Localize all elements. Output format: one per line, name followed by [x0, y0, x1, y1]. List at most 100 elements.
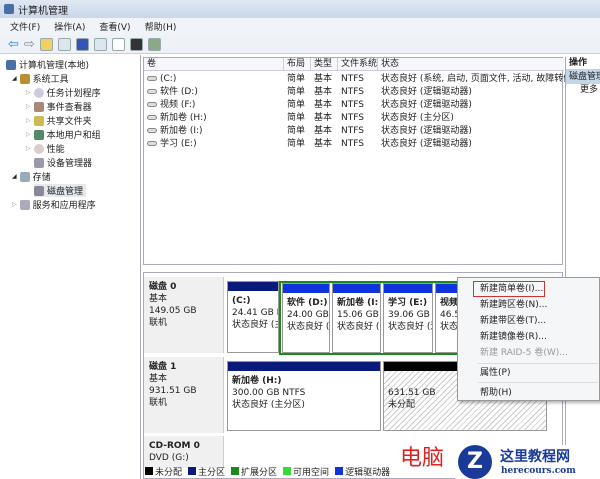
users-icon: [33, 129, 44, 140]
menu-new-spanned-volume[interactable]: 新建跨区卷(N)...: [480, 298, 547, 312]
tree-item-performance[interactable]: ▷ 性能: [26, 142, 65, 155]
legend-swatch: [188, 467, 197, 475]
tree-item-local-users[interactable]: ▷ 本地用户和组: [26, 128, 101, 141]
volume-name[interactable]: (C:): [160, 74, 176, 84]
legend-label: 扩展分区: [241, 468, 278, 478]
disk-0-label[interactable]: 磁盘 0 基本 149.05 GB 联机: [144, 277, 224, 353]
menu-properties[interactable]: 属性(P): [480, 366, 510, 380]
menu-new-striped-volume[interactable]: 新建带区卷(T)...: [480, 314, 546, 328]
performance-icon: [33, 143, 44, 154]
volume-name[interactable]: 视频 (F:): [160, 100, 195, 110]
menu-help-item[interactable]: 帮助(H): [480, 386, 512, 400]
volume-list: 卷 布局 类型 文件系统 状态 (C:) 简单 基本 NTFS 状态良好 (系统, 启动…: [143, 57, 572, 265]
disk-icon: [34, 185, 44, 196]
forward-icon[interactable]: ⇨: [24, 37, 35, 52]
table-cell: 基本: [314, 74, 333, 84]
table-row[interactable]: 新加卷 (I:): [147, 125, 203, 138]
settings-icon[interactable]: [147, 37, 161, 51]
col-filesystem[interactable]: 文件系统: [338, 58, 378, 71]
table-cell: 简单: [287, 87, 306, 97]
table-cell: NTFS: [341, 74, 364, 84]
table-cell: 基本: [314, 113, 333, 123]
storage-icon: [19, 171, 30, 182]
table-cell: NTFS: [341, 100, 364, 110]
table-cell: 基本: [314, 139, 333, 149]
menu-file[interactable]: 文件(F): [10, 20, 40, 33]
volume-name[interactable]: 新加卷 (I:): [160, 126, 203, 136]
partition-c[interactable]: (C:) 24.41 GB N 状态良好 (主: [227, 281, 279, 353]
table-cell: 简单: [287, 139, 306, 149]
legend-label: 逻辑驱动器: [345, 468, 391, 478]
legend-swatch: [335, 467, 344, 475]
tree-item-disk-management[interactable]: 磁盘管理: [34, 184, 87, 197]
legend-item: 扩展分区: [231, 465, 277, 478]
table-row[interactable]: 软件 (D:): [147, 86, 198, 99]
table-cell: 状态良好 (逻辑驱动器): [381, 126, 472, 136]
window-title: 计算机管理: [18, 5, 68, 17]
back-icon[interactable]: ⇦: [8, 37, 19, 52]
tree-item-event-viewer[interactable]: ▷ 事件查看器: [26, 100, 92, 113]
table-cell: NTFS: [341, 139, 364, 149]
disk-1-label[interactable]: 磁盘 1 基本 931.51 GB 联机: [144, 357, 224, 433]
navigation-tree: 计算机管理(本地) ◢ 系统工具 ▷ 任务计划程序 ▷ 事件查看器 ▷ 共享文件夹 ▷ 本…: [0, 55, 141, 479]
show-tree-icon[interactable]: [57, 37, 71, 51]
col-status[interactable]: 状态: [378, 58, 564, 71]
table-cell: 状态良好 (逻辑驱动器): [381, 100, 472, 110]
legend-item: 逻辑驱动器: [335, 465, 390, 478]
drive-icon: [147, 141, 157, 146]
legend-item: 主分区: [188, 465, 225, 478]
table-row[interactable]: 视频 (F:): [147, 99, 195, 112]
tree-item-storage[interactable]: ◢ 存储: [12, 170, 51, 183]
cdrom-label[interactable]: CD-ROM 0 DVD (G:): [144, 436, 224, 468]
tree-item-computer-management[interactable]: 计算机管理(本地): [6, 58, 89, 71]
computer-management-icon: [4, 4, 14, 14]
toolbar: ⇦ ⇨: [0, 35, 600, 54]
refresh-icon[interactable]: [111, 37, 125, 51]
table-row[interactable]: 学习 (E:): [147, 138, 197, 151]
menu-view[interactable]: 查看(V): [99, 20, 130, 33]
partition-h[interactable]: 新加卷 (H:) 300.00 GB NTFS 状态良好 (主分区): [227, 361, 381, 431]
tree-item-shared-folders[interactable]: ▷ 共享文件夹: [26, 114, 92, 127]
menu-new-simple-volume[interactable]: 新建简单卷(I)...: [480, 282, 543, 296]
watermark-text: 电脑: [400, 446, 445, 471]
volume-name[interactable]: 新加卷 (H:): [160, 113, 207, 123]
menu-new-mirrored-volume[interactable]: 新建镜像卷(R)...: [480, 330, 547, 344]
table-row[interactable]: (C:): [147, 73, 176, 86]
col-volume[interactable]: 卷: [144, 58, 284, 71]
partition-e[interactable]: 学习 (E:)39.06 GB N状态良好 (逻: [383, 283, 433, 353]
help-icon[interactable]: [75, 37, 89, 51]
drive-icon: [147, 115, 157, 120]
col-layout[interactable]: 布局: [284, 58, 311, 71]
table-cell: 简单: [287, 100, 306, 110]
tree-item-device-manager[interactable]: 设备管理器: [34, 156, 92, 169]
legend-item: 未分配: [145, 465, 182, 478]
tree-item-services-apps[interactable]: ▷ 服务和应用程序: [12, 198, 96, 211]
legend-label: 主分区: [198, 468, 226, 478]
volume-name[interactable]: 软件 (D:): [160, 87, 198, 97]
actions-more[interactable]: 更多: [566, 84, 600, 97]
actions-disk-management[interactable]: 磁盘管理: [566, 70, 600, 84]
menu-help[interactable]: 帮助(H): [145, 20, 177, 33]
legend-label: 未分配: [155, 468, 183, 478]
partition-i[interactable]: 新加卷 (I: 15.06 GB 状态良好 (: [332, 283, 381, 353]
table-cell: 状态良好 (逻辑驱动器): [381, 87, 472, 97]
menu-action[interactable]: 操作(A): [54, 20, 85, 33]
tree-item-system-tools[interactable]: ◢ 系统工具: [12, 72, 69, 85]
partition-d[interactable]: 软件 (D:) 24.00 GB 状态良好 (: [282, 283, 330, 353]
show-action-pane-icon[interactable]: [93, 37, 107, 51]
clock-icon: [33, 87, 44, 98]
up-folder-icon[interactable]: [39, 37, 53, 51]
drive-icon: [147, 128, 157, 133]
table-row[interactable]: 新加卷 (H:): [147, 112, 207, 125]
properties-icon[interactable]: [129, 37, 143, 51]
table-cell: NTFS: [341, 126, 364, 136]
table-cell: 状态良好 (主分区): [381, 113, 454, 123]
title-bar: 计算机管理: [0, 0, 600, 18]
table-cell: 简单: [287, 113, 306, 123]
watermark-logo: Z 这里教程网 herecours.com: [455, 445, 600, 479]
tree-item-task-scheduler[interactable]: ▷ 任务计划程序: [26, 86, 101, 99]
col-type[interactable]: 类型: [311, 58, 338, 71]
volume-name[interactable]: 学习 (E:): [160, 139, 197, 149]
legend: 未分配 主分区 扩展分区 可用空间 逻辑驱动器: [145, 465, 390, 478]
menu-new-raid5-volume: 新建 RAID-5 卷(W)...: [480, 348, 568, 358]
